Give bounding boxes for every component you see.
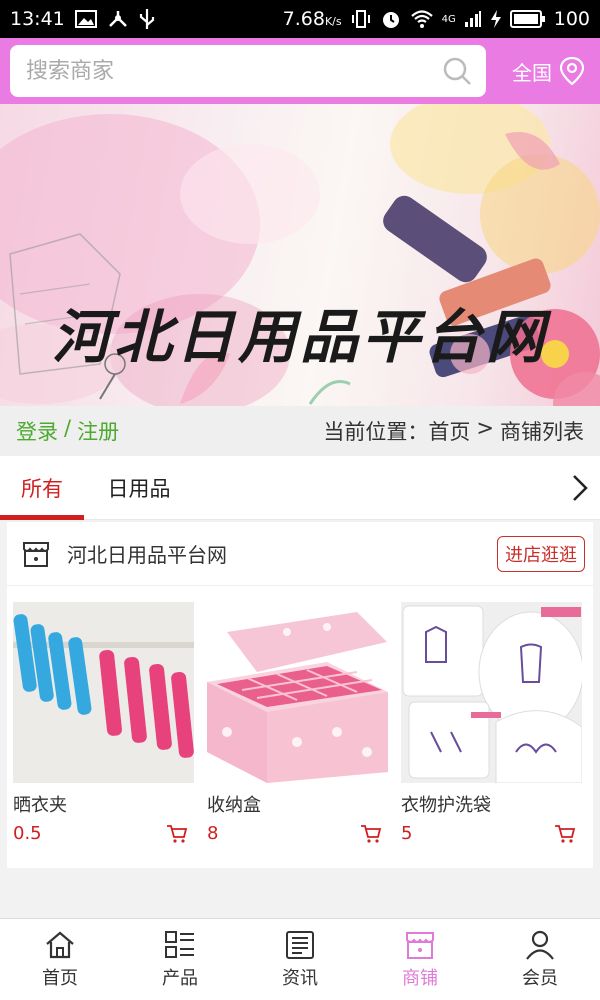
search-input[interactable]: [26, 58, 442, 84]
status-time: 13:41: [10, 8, 65, 30]
product-image-clothespins[interactable]: [13, 602, 194, 783]
usb-share-icon: [108, 11, 127, 27]
nav-home[interactable]: 首页: [0, 919, 120, 1000]
usb-icon: [139, 9, 154, 29]
storage-box-image: [207, 602, 388, 783]
store-icon: [23, 541, 49, 567]
image-notification-icon: [74, 10, 97, 28]
shop-card: 河北日用品平台网 进店逛逛 晒衣夹 0.5 收纳盒 8 衣物护洗袋 5: [7, 522, 593, 868]
grid-list-icon: [165, 930, 194, 958]
banner-title: 河北日用品平台网: [52, 303, 549, 371]
nav-member-label: 会员: [522, 967, 558, 989]
vibrate-icon: [351, 10, 370, 28]
product-item[interactable]: 收纳盒 8: [207, 602, 388, 844]
visit-store-button[interactable]: 进店逛逛: [497, 535, 585, 572]
charging-icon: [490, 10, 501, 28]
breadcrumb-arrow: >: [476, 416, 494, 440]
tab-all[interactable]: 所有: [0, 456, 84, 520]
banner[interactable]: 河北日用品平台网: [0, 104, 600, 406]
auth-separator: /: [64, 416, 72, 440]
nav-member[interactable]: 会员: [480, 919, 600, 1000]
tabs-next-button[interactable]: [560, 456, 600, 520]
shop-name[interactable]: 河北日用品平台网: [67, 539, 227, 568]
nav-news[interactable]: 资讯: [240, 919, 360, 1000]
tab-daily-goods[interactable]: 日用品: [84, 456, 194, 520]
category-tabs: 所有 日用品: [0, 456, 600, 520]
signal-icon: [464, 11, 481, 27]
login-link[interactable]: 登录: [16, 416, 58, 446]
product-item[interactable]: 晒衣夹 0.5: [13, 602, 194, 844]
product-name: 晒衣夹: [13, 795, 67, 816]
battery-level: 100: [553, 8, 590, 30]
top-header: 全国: [0, 38, 600, 104]
laundry-bags-image: [401, 602, 582, 783]
nav-products-label: 产品: [162, 967, 198, 989]
region-selector[interactable]: 全国: [512, 56, 590, 86]
cart-icon[interactable]: [360, 824, 382, 844]
search-icon[interactable]: [442, 56, 472, 86]
store-icon: [406, 931, 434, 959]
nav-stores-label: 商铺: [402, 967, 438, 989]
product-price: 5: [401, 823, 413, 844]
product-list: 晒衣夹 0.5 收纳盒 8 衣物护洗袋 5: [7, 586, 593, 844]
shop-card-header: 河北日用品平台网 进店逛逛: [7, 522, 593, 586]
alarm-icon: [382, 12, 399, 28]
nav-stores[interactable]: 商铺: [360, 919, 480, 1000]
nav-home-label: 首页: [42, 967, 78, 989]
location-pin-icon: [559, 56, 585, 86]
wifi-icon: [410, 10, 433, 28]
bottom-navigation: 首页 产品 资讯 商铺 会员: [0, 918, 600, 1000]
product-name: 收纳盒: [207, 795, 261, 816]
breadcrumb-current: 商铺列表: [500, 420, 584, 444]
product-image-storage-box[interactable]: [207, 602, 388, 783]
home-icon: [46, 931, 74, 958]
register-link[interactable]: 注册: [77, 416, 119, 446]
battery-icon: [509, 10, 545, 28]
cart-icon[interactable]: [554, 824, 576, 844]
product-name: 衣物护洗袋: [401, 795, 491, 816]
breadcrumb-bar: 登录 / 注册 当前位置： 首页 > 商铺列表: [0, 406, 600, 456]
breadcrumb: 当前位置： 首页 > 商铺列表: [323, 416, 584, 446]
breadcrumb-home-link[interactable]: 首页: [428, 416, 470, 446]
clothespins-image: [13, 602, 194, 783]
chevron-right-icon: [573, 474, 588, 501]
breadcrumb-prefix: 当前位置：: [323, 420, 429, 444]
network-speed: 7.68K/s: [282, 8, 342, 30]
auth-links: 登录 / 注册: [16, 416, 119, 446]
product-price: 8: [207, 823, 219, 844]
user-icon: [526, 930, 554, 960]
product-image-laundry-bags[interactable]: [401, 602, 582, 783]
cart-icon[interactable]: [166, 824, 188, 844]
status-bar: 13:41 7.68K/s 4G 100: [0, 0, 600, 38]
nav-news-label: 资讯: [282, 967, 318, 989]
search-box[interactable]: [10, 45, 486, 97]
news-icon: [286, 930, 314, 959]
product-item[interactable]: 衣物护洗袋 5: [401, 602, 582, 844]
signal-label: 4G: [441, 13, 456, 25]
product-price: 0.5: [13, 823, 42, 844]
nav-products[interactable]: 产品: [120, 919, 240, 1000]
region-label: 全国: [512, 60, 552, 85]
